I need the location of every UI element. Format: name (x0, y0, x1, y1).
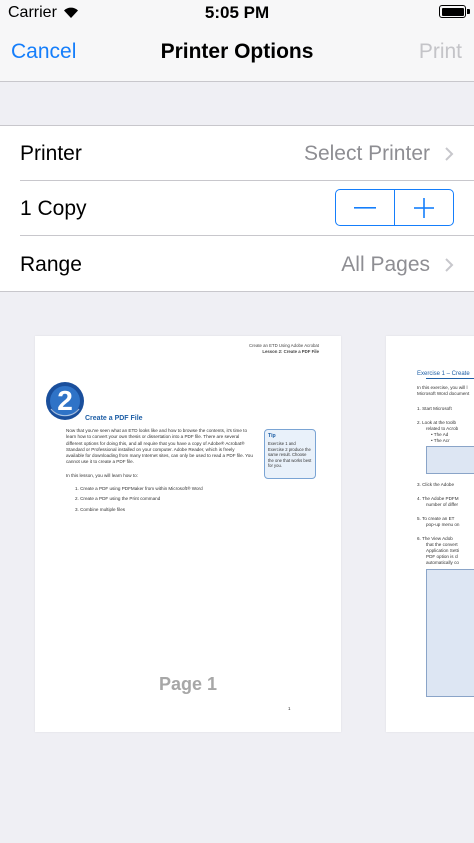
text-line: Microsoft Word document (417, 391, 470, 396)
page-label: Page 1 (158, 674, 218, 694)
document-intro: Now that you've seen what an ETD looks l… (66, 428, 253, 465)
status-bar: Carrier 5:05 PM (0, 0, 474, 26)
page-thumbnail-1[interactable]: Create an ETD Using Adobe Acrobat Lesson… (35, 336, 341, 732)
text-line: pop-up menu on (426, 522, 460, 527)
document-title: Create a PDF File (85, 415, 143, 422)
text-line: • The Acr (431, 438, 450, 443)
text-line: automatically co (426, 560, 459, 565)
copies-label: 1 Copy (20, 197, 87, 220)
range-label: Range (20, 253, 82, 276)
page-number: 1 (288, 706, 291, 711)
printer-row[interactable]: Printer Select Printer (0, 126, 474, 181)
chevron-right-icon (445, 258, 454, 272)
plus-icon (414, 197, 435, 218)
increment-button[interactable] (395, 190, 453, 225)
range-row[interactable]: Range All Pages (0, 237, 474, 292)
print-button[interactable]: Print (419, 40, 462, 64)
lesson-number-logo: 2 (46, 382, 84, 420)
tip-body: Exercise 1 and Exercise 2 produce the sa… (268, 441, 312, 469)
text-line: 3. Click the Adobe (417, 482, 455, 487)
list-item: 3. Combine multiple files (75, 506, 126, 512)
list-item: 1. Create a PDF using PDFMaker from with… (75, 486, 203, 491)
battery-icon (439, 5, 466, 18)
settings-dialog-screenshot (426, 569, 474, 697)
toolbar-screenshot (426, 446, 474, 474)
title-underline (426, 378, 474, 379)
printer-value: Select Printer (303, 142, 430, 165)
range-value: All Pages (341, 253, 430, 276)
copies-stepper (335, 189, 454, 226)
tip-title: Tip (268, 433, 276, 439)
logo-number: 2 (57, 385, 73, 416)
header-line-2: Lesson 2: Create a PDF File (262, 349, 319, 354)
page-header: Create an ETD Using Adobe Acrobat Lesson… (249, 343, 319, 355)
navigation-bar: Cancel Printer Options Print (0, 26, 474, 82)
text-line: number of differ (426, 502, 459, 507)
printer-options-list: Printer Select Printer 1 Copy Range All … (0, 125, 474, 292)
page-thumbnail-2[interactable]: Exercise 1 – Create In this exercise, yo… (386, 336, 474, 732)
lesson-intro: In this lesson, you will learn how to: (66, 473, 139, 478)
exercise-title: Exercise 1 – Create (417, 371, 470, 377)
tip-box: Tip Exercise 1 and Exercise 2 produce th… (264, 429, 316, 479)
print-preview[interactable]: Create an ETD Using Adobe Acrobat Lesson… (0, 293, 474, 843)
row-divider (20, 235, 474, 236)
list-item: 2. Create a PDF using the Print command (75, 496, 161, 502)
battery-tip (467, 9, 470, 14)
minus-icon (353, 206, 376, 209)
copies-row: 1 Copy (0, 181, 474, 236)
printer-label: Printer (20, 142, 82, 165)
chevron-right-icon (445, 147, 454, 161)
status-time: 5:05 PM (204, 3, 270, 22)
decrement-button[interactable] (336, 190, 394, 225)
lesson-list: 1. Create a PDF using PDFMaker from with… (75, 486, 203, 517)
text-line: 1. Start Microsoft (417, 406, 452, 411)
page-title: Printer Options (160, 40, 314, 63)
